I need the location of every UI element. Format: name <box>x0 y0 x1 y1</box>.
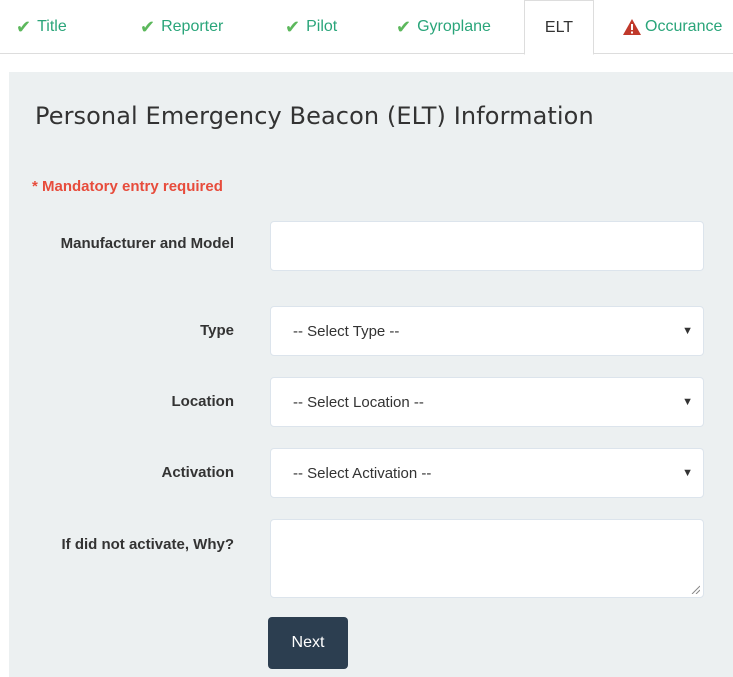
caret-down-icon: ▼ <box>682 325 693 337</box>
next-button[interactable]: Next <box>268 617 348 669</box>
tab-label: Pilot <box>306 18 338 35</box>
caret-down-icon: ▼ <box>682 396 693 408</box>
warning-icon <box>622 18 642 36</box>
manufacturer-input[interactable] <box>270 221 704 271</box>
check-icon: ✔ <box>16 16 32 37</box>
activation-select[interactable]: -- Select Activation -- ▼ <box>270 448 704 498</box>
mandatory-note: * Mandatory entry required <box>32 178 223 195</box>
why-label: If did not activate, Why? <box>61 536 234 553</box>
tab-label: Reporter <box>161 18 224 35</box>
tab-label: ELT <box>544 18 574 36</box>
resize-handle-icon[interactable] <box>691 585 700 594</box>
tab-occurance[interactable]: Occurance <box>622 0 722 54</box>
tab-elt[interactable]: ELT <box>524 0 594 55</box>
tab-gyroplane[interactable]: ✔ Gyroplane <box>396 0 491 54</box>
activation-label: Activation <box>161 464 234 481</box>
page-title: Personal Emergency Beacon (ELT) Informat… <box>35 102 594 130</box>
tab-reporter[interactable]: ✔ Reporter <box>140 0 223 54</box>
tab-title[interactable]: ✔ Title <box>16 0 67 54</box>
tab-label: Title <box>37 18 67 35</box>
why-textarea[interactable] <box>270 519 704 598</box>
tab-pilot[interactable]: ✔ Pilot <box>285 0 337 54</box>
check-icon: ✔ <box>140 16 156 37</box>
type-select[interactable]: -- Select Type -- ▼ <box>270 306 704 356</box>
elt-form-panel: Personal Emergency Beacon (ELT) Informat… <box>9 72 733 677</box>
tab-label: Occurance <box>645 18 723 35</box>
type-label: Type <box>200 322 234 339</box>
type-selected-value: -- Select Type -- <box>293 322 400 340</box>
location-selected-value: -- Select Location -- <box>293 393 424 411</box>
caret-down-icon: ▼ <box>682 467 693 479</box>
location-label: Location <box>171 393 235 410</box>
check-icon: ✔ <box>396 16 412 37</box>
manufacturer-label-text: Manufacturer and Model <box>60 235 234 252</box>
tab-bar: ✔ Title ✔ Reporter ✔ Pilot ✔ Gyroplane E… <box>0 0 733 55</box>
tab-label: Gyroplane <box>417 18 491 35</box>
location-select[interactable]: -- Select Location -- ▼ <box>270 377 704 427</box>
activation-selected-value: -- Select Activation -- <box>293 464 432 482</box>
check-icon: ✔ <box>285 16 301 37</box>
manufacturer-label: Manufacturer and Model <box>54 232 234 256</box>
